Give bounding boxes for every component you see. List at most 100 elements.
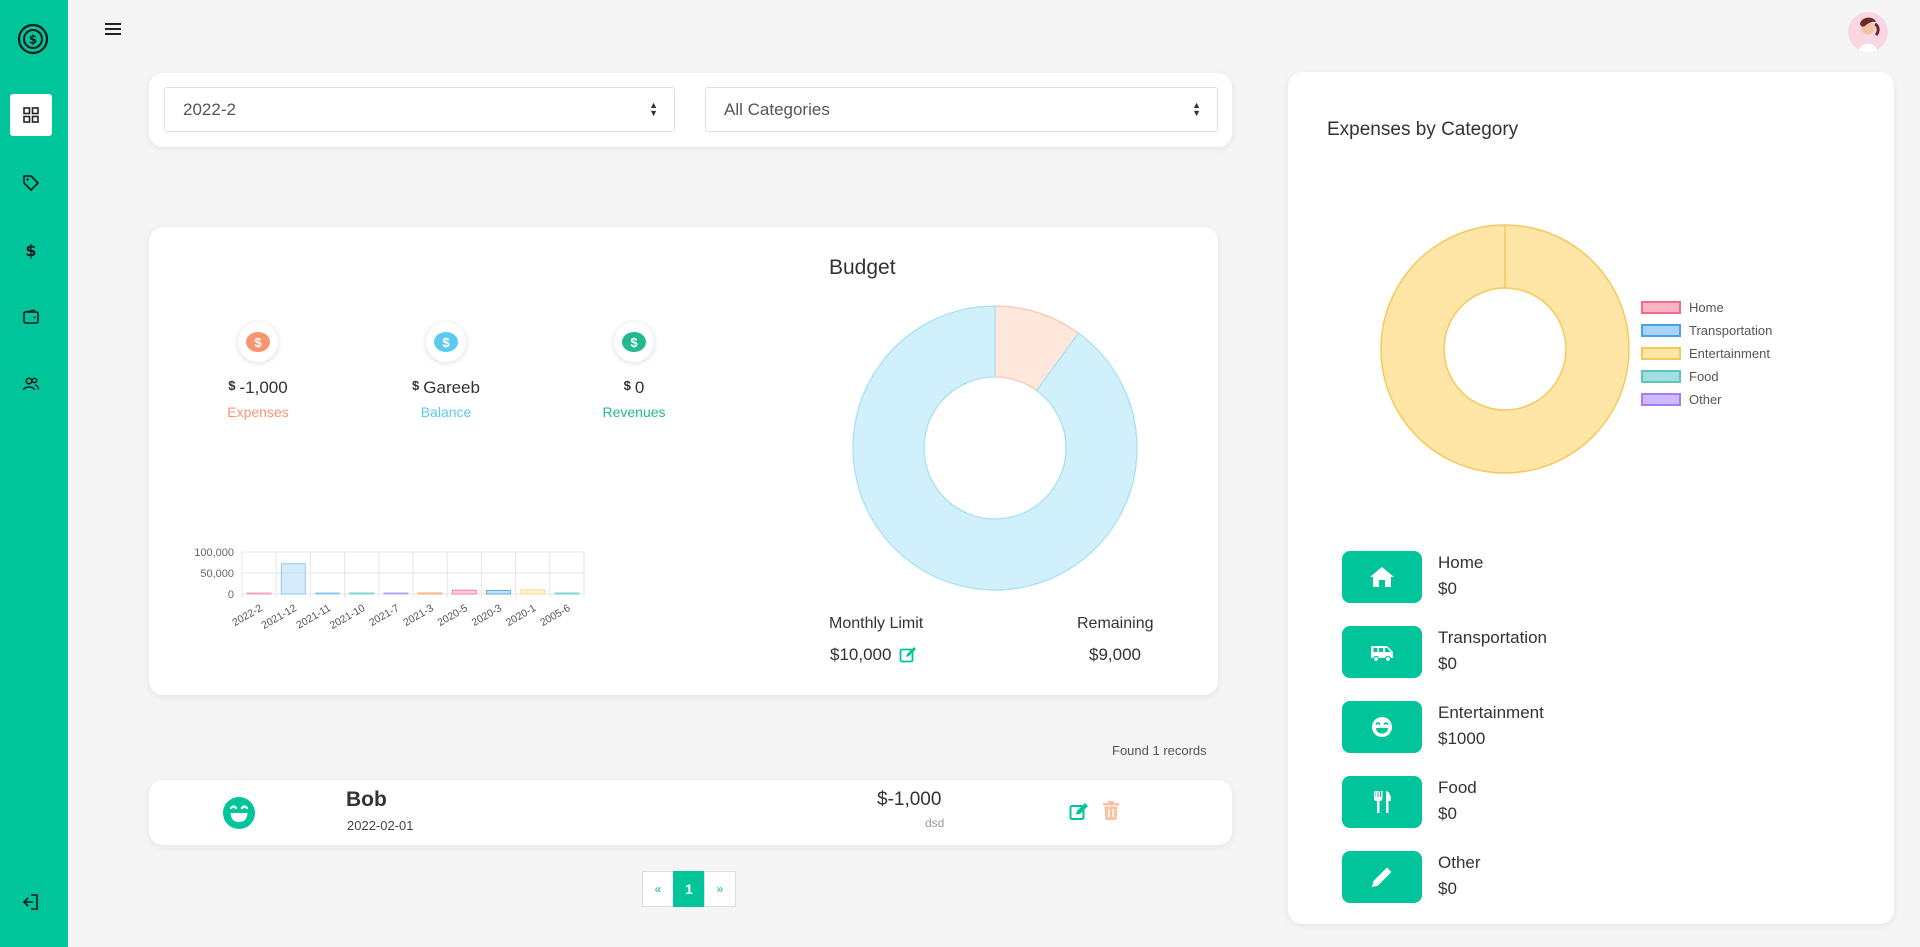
sidebar-item-users[interactable]	[10, 363, 52, 405]
dashboard-icon	[23, 107, 39, 123]
bar[interactable]	[417, 592, 443, 595]
bar[interactable]	[486, 589, 511, 595]
category-item-food[interactable]: Food $0	[1342, 776, 1842, 828]
select-arrows-icon: ▲ ▼	[649, 100, 658, 118]
pagination-next[interactable]: »	[704, 871, 736, 907]
category-amount: $0	[1438, 579, 1457, 598]
legend-swatch	[1641, 370, 1681, 383]
revenues-bubble: $	[614, 322, 654, 362]
menu-toggle-icon[interactable]	[104, 20, 122, 38]
table-row[interactable]: Bob 2022-02-01 $-1,000 dsd	[149, 780, 1232, 845]
legend-item-food[interactable]: Food	[1641, 365, 1772, 388]
period-select-value: 2022-2	[183, 99, 236, 119]
sidebar-item-categories[interactable]	[10, 162, 52, 204]
bar[interactable]	[246, 592, 272, 595]
bar-x-tick-label: 2021-7	[367, 602, 401, 629]
smile-icon	[223, 797, 255, 829]
category-name: Home	[1438, 553, 1484, 572]
category-chart-title: Expenses by Category	[1327, 119, 1519, 140]
delete-record-icon[interactable]	[1102, 801, 1120, 821]
select-arrows-icon: ▲ ▼	[1192, 100, 1201, 118]
stat-balance: $ $ Gareeb Balance	[376, 322, 516, 420]
edit-limit-icon[interactable]	[899, 646, 917, 664]
money-logo-icon[interactable]: $	[16, 22, 50, 56]
tag-icon	[23, 175, 39, 191]
category-item-transportation[interactable]: Transportation $0	[1342, 626, 1842, 678]
donut-slice[interactable]	[852, 305, 1138, 591]
bar-x-tick-label: 2021-11	[294, 602, 333, 631]
remaining-label: Remaining	[1077, 615, 1154, 632]
category-item-entertainment[interactable]: Entertainment $1000	[1342, 701, 1842, 753]
bar[interactable]	[349, 592, 375, 595]
filter-bar: 2022-2 ▲ ▼ All Categories ▲ ▼	[149, 73, 1232, 147]
bar-x-tick-label: 2021-10	[328, 602, 368, 632]
pagination: « 1 »	[642, 871, 736, 907]
remaining-value: $9,000	[1089, 645, 1141, 664]
legend-item-other[interactable]: Other	[1641, 388, 1772, 411]
period-select[interactable]: 2022-2 ▲ ▼	[164, 87, 675, 132]
bar[interactable]	[520, 589, 546, 595]
category-icon-box	[1342, 551, 1422, 603]
category-name: Other	[1438, 853, 1481, 872]
bar[interactable]	[280, 563, 306, 595]
record-name: Bob	[346, 788, 387, 811]
bar[interactable]	[383, 592, 409, 595]
bus-icon	[1371, 646, 1393, 663]
bar-y-tick-label: 100,000	[194, 547, 234, 559]
bar-y-tick-label: 50,000	[200, 568, 234, 580]
bar-x-tick-label: 2021-3	[401, 602, 435, 629]
smile-icon	[1372, 717, 1392, 737]
bar[interactable]	[315, 592, 340, 595]
legend-swatch	[1641, 324, 1681, 337]
category-icon-box	[1342, 701, 1422, 753]
dollar-bubble-icon: $	[246, 332, 270, 352]
sidebar-item-dashboard[interactable]	[10, 94, 52, 136]
expenses-bubble: $	[238, 322, 278, 362]
bar-x-tick-label: 2022-2	[230, 602, 264, 629]
balance-label: Balance	[420, 404, 472, 420]
bar[interactable]	[554, 592, 580, 595]
category-amount: $0	[1438, 879, 1457, 898]
utensils-icon	[1374, 791, 1391, 813]
category-name: Entertainment	[1438, 703, 1544, 722]
pagination-page-1[interactable]: 1	[673, 871, 705, 907]
legend-swatch	[1641, 393, 1681, 406]
sidebar-item-wallet[interactable]	[10, 296, 52, 338]
bar[interactable]	[451, 589, 477, 595]
budget-donut-chart	[852, 305, 1138, 591]
sidebar-item-transactions[interactable]: $	[10, 229, 52, 271]
monthly-limit-label: Monthly Limit	[829, 615, 924, 632]
edit-record-icon[interactable]	[1069, 802, 1089, 822]
users-icon	[22, 377, 40, 391]
category-name: Transportation	[1438, 628, 1547, 647]
category-donut-chart	[1380, 224, 1630, 474]
bar-x-tick-label: 2021-12	[259, 602, 299, 632]
legend-item-home[interactable]: Home	[1641, 296, 1772, 319]
category-item-other[interactable]: Other $0	[1342, 851, 1842, 903]
balance-bubble: $	[426, 322, 466, 362]
expenses-by-category-card: Expenses by Category Home Transportation…	[1288, 72, 1894, 924]
monthly-bar-chart: 100,000 50,000 02022-22021-122021-112021-1…	[194, 547, 585, 632]
category-amount: $1000	[1438, 729, 1486, 748]
category-amount: $0	[1438, 654, 1457, 673]
sidebar-item-logout[interactable]	[10, 881, 52, 923]
dollar-icon: $	[25, 241, 36, 259]
record-note: dsd	[925, 816, 945, 830]
stat-expenses: $ $ -1,000 Expenses	[188, 322, 328, 420]
pencil-icon	[1372, 867, 1392, 887]
pagination-prev[interactable]: «	[642, 871, 674, 907]
legend-item-transportation[interactable]: Transportation	[1641, 319, 1772, 342]
expenses-value: $ -1,000	[228, 378, 288, 397]
bar-x-tick-label: 2020-5	[435, 602, 469, 629]
category-item-home[interactable]: Home $0	[1342, 551, 1842, 603]
svg-text:$: $	[29, 33, 37, 47]
category-select[interactable]: All Categories ▲ ▼	[705, 87, 1218, 132]
logout-icon	[22, 894, 38, 910]
wallet-icon	[23, 309, 39, 324]
record-date: 2022-02-01	[347, 818, 414, 833]
sidebar: $ $	[0, 0, 68, 947]
user-avatar[interactable]	[1848, 12, 1888, 52]
legend-item-entertainment[interactable]: Entertainment	[1641, 342, 1772, 365]
revenues-value: $0	[623, 378, 645, 397]
bar-x-tick-label: 2005-6	[538, 602, 572, 629]
